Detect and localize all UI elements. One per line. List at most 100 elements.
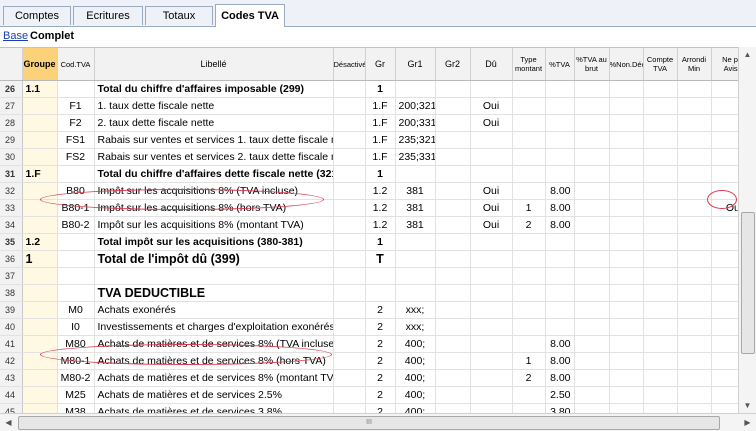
cell-du[interactable]: Oui (470, 97, 513, 115)
cell-du[interactable] (470, 165, 513, 183)
cell-type-montant[interactable] (512, 131, 546, 149)
cell-libelle[interactable]: Total impôt sur les acquisitions (380-38… (94, 233, 334, 251)
cell-du[interactable] (470, 284, 513, 302)
cell-pct-tva[interactable] (545, 131, 575, 149)
cell-code-tva[interactable]: F2 (57, 114, 95, 132)
cell-arrondi-min[interactable] (677, 267, 712, 285)
col-header-compte-tva[interactable]: Compte TVA (643, 48, 678, 81)
col-header-arrondi-min[interactable]: Arrondi Min (677, 48, 712, 81)
cell-groupe[interactable]: 1.1 (22, 80, 58, 98)
cell-compte-tva[interactable] (643, 233, 678, 251)
cell-arrondi-min[interactable] (677, 131, 712, 149)
cell-du[interactable] (470, 267, 513, 285)
tab-comptes[interactable]: Comptes (3, 6, 71, 25)
cell-pct-tva[interactable] (545, 148, 575, 166)
cell-pct-non-dec[interactable] (609, 165, 644, 183)
cell-libelle[interactable]: Achats exonérés (94, 301, 334, 319)
cell-libelle[interactable]: Achats de matières et de services 8% (ho… (94, 352, 334, 370)
cell-pct-tva-brut[interactable] (574, 216, 610, 234)
cell-ne-pas-aviser[interactable] (711, 250, 738, 268)
vertical-scrollbar[interactable]: ▲ ▼ (738, 47, 756, 413)
tab-ecritures[interactable]: Ecritures (73, 6, 143, 25)
cell-libelle[interactable]: Impôt sur les acquisitions 8% (hors TVA) (94, 199, 334, 217)
cell-groupe[interactable] (22, 369, 58, 387)
cell-groupe[interactable]: 1.F (22, 165, 58, 183)
cell-ne-pas-aviser[interactable] (711, 131, 738, 149)
cell-gr2[interactable] (435, 199, 471, 217)
cell-groupe[interactable] (22, 386, 58, 404)
col-header-du[interactable]: Dû (470, 48, 513, 81)
col-header-gr[interactable]: Gr (365, 48, 396, 81)
col-header-libelle[interactable]: Libellé (94, 48, 334, 81)
cell-pct-tva[interactable]: 8.00 (545, 352, 575, 370)
cell-desactive[interactable] (333, 352, 366, 370)
cell-libelle[interactable]: Impôt sur les acquisitions 8% (TVA inclu… (94, 182, 334, 200)
view-base-link[interactable]: Base (3, 30, 28, 42)
cell-gr2[interactable] (435, 233, 471, 251)
cell-libelle[interactable]: 2. taux dette fiscale nette (94, 114, 334, 132)
cell-pct-tva[interactable]: 8.00 (545, 216, 575, 234)
cell-code-tva[interactable]: FS2 (57, 148, 95, 166)
cell-gr[interactable]: 1.F (365, 131, 396, 149)
cell-gr2[interactable] (435, 182, 471, 200)
cell-ne-pas-aviser[interactable] (711, 301, 738, 319)
cell-pct-non-dec[interactable] (609, 284, 644, 302)
cell-ne-pas-aviser[interactable] (711, 114, 738, 132)
cell-ne-pas-aviser[interactable] (711, 318, 738, 336)
cell-groupe[interactable] (22, 318, 58, 336)
cell-pct-tva[interactable] (545, 318, 575, 336)
cell-pct-non-dec[interactable] (609, 301, 644, 319)
cell-compte-tva[interactable] (643, 80, 678, 98)
cell-pct-tva-brut[interactable] (574, 386, 610, 404)
cell-du[interactable] (470, 369, 513, 387)
cell-groupe[interactable] (22, 199, 58, 217)
cell-arrondi-min[interactable] (677, 301, 712, 319)
cell-type-montant[interactable] (512, 114, 546, 132)
scroll-right-icon[interactable]: ▶ (739, 415, 756, 430)
cell-code-tva[interactable]: FS1 (57, 131, 95, 149)
scroll-up-icon[interactable]: ▲ (739, 47, 756, 62)
cell-pct-non-dec[interactable] (609, 233, 644, 251)
horizontal-scrollbar[interactable]: ◀ III ▶ (0, 413, 756, 431)
cell-ne-pas-aviser[interactable] (711, 80, 738, 98)
cell-du[interactable] (470, 233, 513, 251)
cell-libelle[interactable]: Rabais sur ventes et services 2. taux de… (94, 148, 334, 166)
cell-libelle[interactable] (94, 267, 334, 285)
col-header-gr1[interactable]: Gr1 (395, 48, 436, 81)
cell-desactive[interactable] (333, 250, 366, 268)
cell-gr2[interactable] (435, 114, 471, 132)
cell-gr2[interactable] (435, 352, 471, 370)
cell-gr2[interactable] (435, 165, 471, 183)
cell-arrondi-min[interactable] (677, 97, 712, 115)
cell-compte-tva[interactable] (643, 369, 678, 387)
cell-gr[interactable]: 1.2 (365, 199, 396, 217)
cell-gr1[interactable]: 400; (395, 369, 436, 387)
cell-libelle[interactable]: Rabais sur ventes et services 1. taux de… (94, 131, 334, 149)
cell-libelle[interactable]: Impôt sur les acquisitions 8% (montant T… (94, 216, 334, 234)
cell-gr[interactable]: 1 (365, 233, 396, 251)
cell-gr1[interactable]: 381 (395, 216, 436, 234)
cell-code-tva[interactable] (57, 284, 95, 302)
cell-desactive[interactable] (333, 80, 366, 98)
cell-arrondi-min[interactable] (677, 250, 712, 268)
cell-compte-tva[interactable] (643, 165, 678, 183)
col-header-pct-non-dec[interactable]: %Non.Déc (609, 48, 644, 81)
cell-du[interactable] (470, 386, 513, 404)
cell-desactive[interactable] (333, 386, 366, 404)
cell-pct-tva[interactable] (545, 97, 575, 115)
cell-libelle[interactable]: Total du chiffre d'affaires imposable (2… (94, 80, 334, 98)
cell-arrondi-min[interactable] (677, 182, 712, 200)
cell-compte-tva[interactable] (643, 301, 678, 319)
cell-ne-pas-aviser[interactable] (711, 386, 738, 404)
cell-gr1[interactable]: 235;331 (395, 148, 436, 166)
cell-pct-non-dec[interactable] (609, 97, 644, 115)
cell-compte-tva[interactable] (643, 97, 678, 115)
cell-arrondi-min[interactable] (677, 199, 712, 217)
cell-type-montant[interactable] (512, 301, 546, 319)
cell-type-montant[interactable] (512, 148, 546, 166)
cell-gr1[interactable]: 381 (395, 182, 436, 200)
cell-du[interactable]: Oui (470, 114, 513, 132)
cell-code-tva[interactable]: B80 (57, 182, 95, 200)
cell-compte-tva[interactable] (643, 386, 678, 404)
cell-desactive[interactable] (333, 335, 366, 353)
